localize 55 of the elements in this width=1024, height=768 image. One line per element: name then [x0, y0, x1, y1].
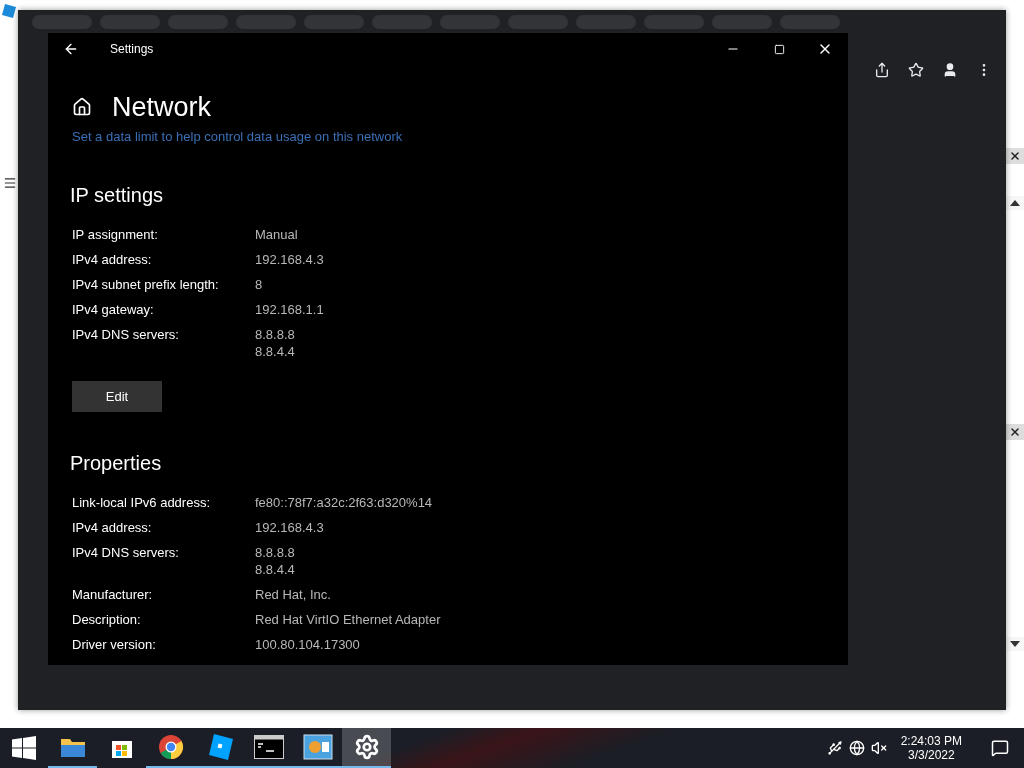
close-icon[interactable]	[1009, 426, 1021, 438]
speech-bubble-icon	[991, 739, 1009, 757]
property-label: IPv4 address:	[72, 252, 153, 267]
property-label: Link-local IPv6 address:	[72, 495, 211, 510]
property-value: 8.8.4.4	[255, 562, 295, 577]
scroll-down-icon[interactable]	[1010, 641, 1020, 647]
property-value: 8.8.8.8	[255, 545, 295, 560]
clock-time: 2:24:03 PM	[900, 734, 962, 748]
scroll-up-icon[interactable]	[1010, 200, 1020, 206]
page-title: Network	[112, 91, 212, 123]
gear-icon	[353, 734, 380, 760]
property-value: 100.80.104.17300	[255, 637, 360, 652]
property-value: fe80::78f7:a32c:2f63:d320%14	[255, 495, 433, 510]
property-value: 8	[255, 277, 263, 292]
property-label: Driver version:	[72, 637, 157, 652]
bookmark-star-icon[interactable]	[908, 62, 924, 78]
menu-icon[interactable]	[3, 176, 17, 190]
clock-date: 3/3/2022	[907, 748, 955, 762]
app-logo-icon	[2, 4, 16, 18]
property-value: 8.8.4.4	[255, 344, 295, 359]
property-label: IPv4 subnet prefix length:	[72, 277, 220, 292]
folder-icon	[59, 736, 86, 758]
property-label: IPv4 DNS servers:	[72, 327, 180, 342]
maximize-icon	[773, 43, 785, 55]
property-value: Manual	[255, 227, 298, 242]
section-heading: Properties	[70, 452, 163, 475]
profile-icon[interactable]	[942, 62, 958, 78]
chart-window-icon	[302, 734, 333, 760]
data-limit-link[interactable]: Set a data limit to help control data usage on this network	[72, 129, 403, 144]
browser-icon	[157, 734, 184, 760]
property-value: Red Hat VirtIO Ethernet Adapter	[255, 612, 441, 627]
property-label: IPv4 DNS servers:	[72, 545, 180, 560]
network-icon[interactable]	[848, 740, 865, 756]
property-label: IPv4 gateway:	[72, 302, 155, 317]
property-value: 192.168.4.3	[255, 252, 324, 267]
section-heading: IP settings	[70, 184, 165, 207]
property-value: 192.168.4.3	[255, 520, 324, 535]
clock[interactable]: 2:24:03 PM 3/3/2022	[892, 734, 970, 762]
property-label: IP assignment:	[72, 227, 159, 242]
windows-logo-icon	[12, 736, 36, 760]
property-label: Description:	[72, 612, 142, 627]
edit-button[interactable]: Edit	[72, 381, 162, 412]
property-label: Manufacturer:	[72, 587, 154, 602]
share-icon[interactable]	[874, 62, 890, 78]
property-value: 192.168.1.1	[255, 302, 324, 317]
property-value: 8.8.8.8	[255, 327, 295, 342]
muted-speaker-icon[interactable]	[870, 740, 887, 756]
home-icon[interactable]	[72, 97, 92, 117]
usb-icon[interactable]	[826, 740, 843, 756]
property-label: IPv4 address:	[72, 520, 153, 535]
close-icon[interactable]	[1009, 150, 1021, 162]
taskbar-app[interactable]	[342, 728, 391, 768]
terminal-icon	[253, 735, 284, 759]
window-title: Settings	[110, 42, 155, 56]
property-value: Red Hat, Inc.	[255, 587, 331, 602]
